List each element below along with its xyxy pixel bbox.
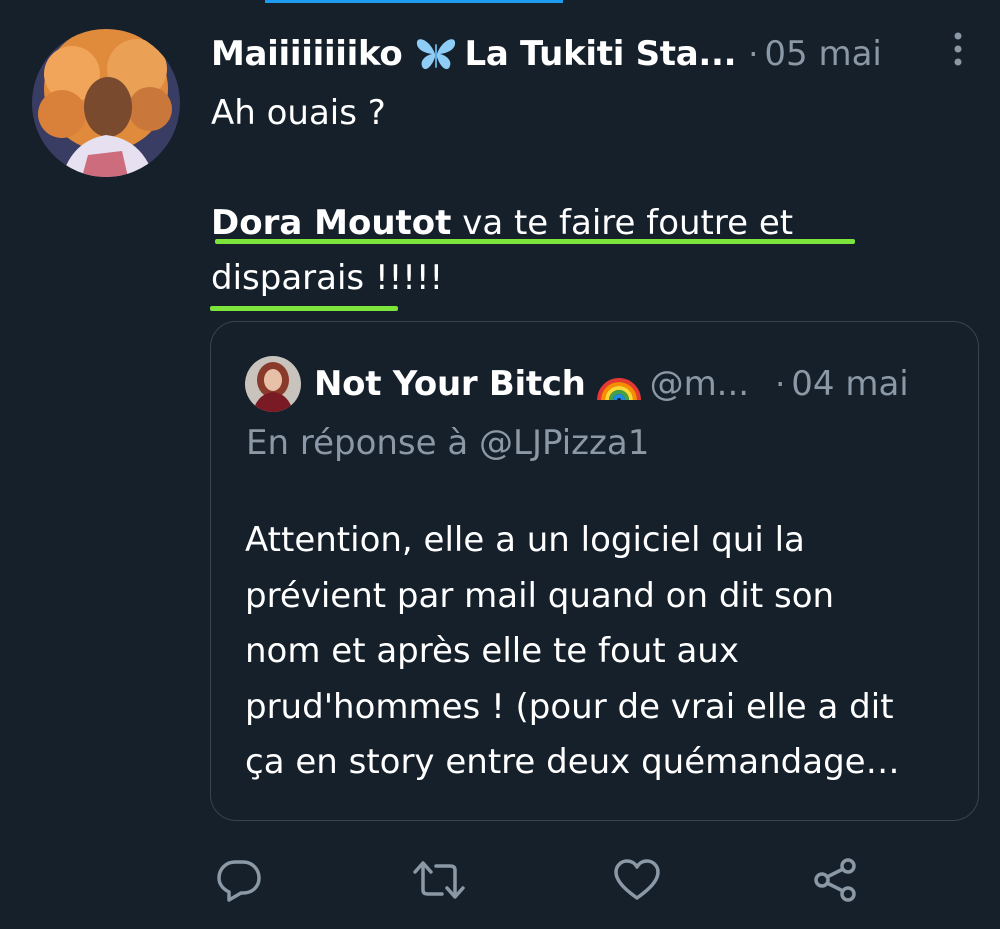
like-icon[interactable] — [613, 858, 661, 902]
tweet-date[interactable]: 05 mai — [764, 34, 881, 74]
top-accent-line — [265, 0, 563, 3]
quoted-line-4: prud'hommes ! (pour de vrai elle a dit — [245, 686, 894, 727]
header-separator: · — [748, 35, 759, 73]
quoted-author-handle[interactable]: @m... — [650, 364, 750, 404]
tweet-line-1: Ah ouais ? — [211, 93, 386, 133]
tweet-text: Ah ouais ? Dora Moutot va te faire foutr… — [211, 86, 931, 306]
quoted-tweet-body: Attention, elle a un logiciel qui la pré… — [245, 513, 965, 791]
quoted-line-2: prévient par mail quand on dit son — [245, 575, 835, 616]
more-options-icon[interactable] — [948, 30, 968, 70]
tweet-line-2-rest: va te faire foutre et — [451, 203, 794, 243]
quoted-line-1: Attention, elle a un logiciel qui la — [245, 520, 805, 560]
butterfly-icon — [414, 32, 458, 76]
quoted-line-5: ça en story entre deux quémandage… — [245, 742, 900, 782]
author-name[interactable]: Maiiiiiiiiko — [211, 34, 403, 74]
highlight-underline-1 — [215, 239, 855, 244]
author-avatar[interactable] — [32, 29, 180, 177]
quoted-author-name[interactable]: Not Your Bitch — [314, 364, 586, 404]
reply-to-label[interactable]: En réponse à @LJPizza1 — [246, 423, 649, 463]
tweet-header: Maiiiiiiiiko La Tukiti Sta... · 05 mai — [211, 26, 971, 82]
quoted-tweet-header: Not Your Bitch @m... · 04 mai — [314, 358, 954, 410]
rainbow-icon — [596, 364, 642, 404]
author-name-suffix[interactable]: La Tukiti Sta... — [464, 34, 736, 74]
share-icon[interactable] — [812, 858, 860, 902]
mention-link[interactable]: Dora Moutot — [211, 203, 451, 243]
quoted-tweet-date[interactable]: 04 mai — [791, 364, 908, 404]
reply-icon[interactable] — [215, 858, 263, 902]
tweet-line-3: disparais !!!!! — [211, 258, 444, 298]
retweet-icon[interactable] — [413, 858, 465, 902]
quoted-author-avatar[interactable] — [245, 356, 301, 412]
highlight-underline-2 — [210, 306, 398, 311]
quoted-line-3: nom et après elle te fout aux — [245, 631, 739, 671]
quoted-header-separator: · — [775, 365, 786, 403]
tweet-actions-bar — [0, 850, 1000, 910]
